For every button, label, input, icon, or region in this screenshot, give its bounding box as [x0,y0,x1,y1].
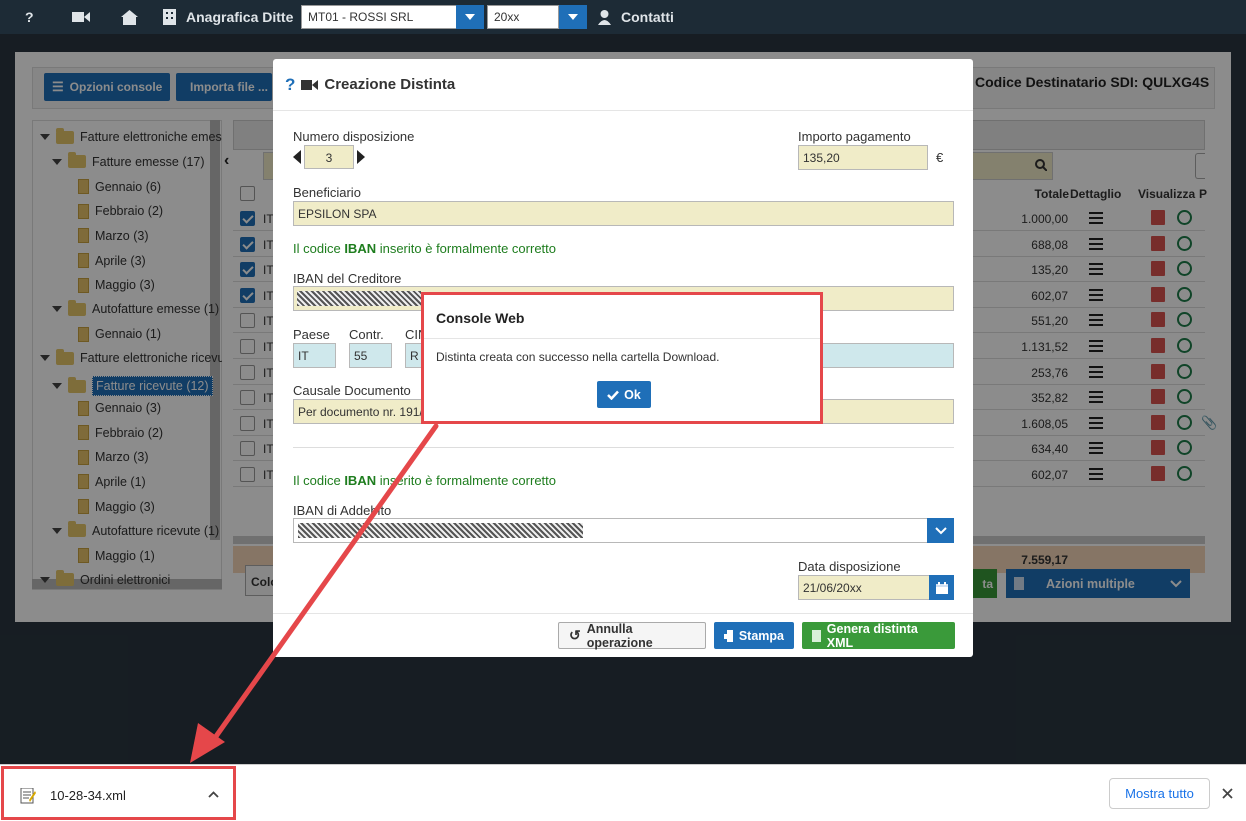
iban-addebito-valid-message: Il codice IBAN inserito è formalmente co… [293,473,556,488]
ok-label: Ok [624,387,641,402]
iban-msg-bold: IBAN [344,241,377,256]
numero-label: Numero disposizione [293,129,415,144]
decrement-arrow-icon[interactable] [293,150,301,164]
top-navbar: ? Anagrafica Ditte MT01 - ROSSI SRL 20xx… [0,0,1246,34]
iban-msg-pre: Il codice [293,241,345,256]
calendar-icon[interactable] [929,575,954,600]
iban-msg-post: inserito è formalmente corretto [376,241,556,256]
modal-header: ? Creazione Distinta [273,59,973,111]
genera-label: Genera distinta XML [826,621,918,650]
increment-arrow-icon[interactable] [357,150,365,164]
annulla-operazione-button[interactable]: ↺ Annulla operazione [558,621,706,650]
annulla-label: Annulla operazione [586,621,653,650]
divider [293,447,954,448]
nav-anagrafica-ditte[interactable]: Anagrafica Ditte [163,0,293,34]
check-icon [607,390,620,400]
dialog-title: Console Web [436,310,525,326]
company-select-chevron-icon[interactable] [456,5,484,29]
importo-label: Importo pagamento [798,129,911,144]
genera-distinta-xml-button[interactable]: Genera distinta XML [802,621,955,650]
footer-divider [273,613,973,614]
data-label: Data disposizione [798,559,901,574]
numero-input[interactable]: 3 [304,145,354,169]
help-icon[interactable]: ? [285,75,295,95]
iban-creditore-label: IBAN del Creditore [293,271,402,286]
mostra-tutto-button[interactable]: Mostra tutto [1109,778,1210,809]
file-excel-icon [812,629,821,642]
home-icon[interactable] [121,0,138,34]
contr-input[interactable]: 55 [349,343,392,368]
iban-msg-pre: Il codice [293,473,345,488]
download-filename: 10-28-34.xml [50,788,126,803]
download-item[interactable]: 10-28-34.xml [1,766,236,820]
xml-file-icon [20,788,36,804]
undo-icon: ↺ [569,627,581,643]
iban-creditore-valid-message: Il codice IBAN inserito è formalmente co… [293,241,556,256]
close-icon[interactable] [1222,788,1233,799]
user-icon [598,9,611,25]
contatti-label: Contatti [621,9,674,25]
help-icon[interactable]: ? [25,0,34,34]
iban-addebito-select[interactable] [293,518,928,543]
building-icon [163,9,176,25]
currency-label: € [936,150,944,165]
video-icon[interactable] [72,0,90,34]
video-icon[interactable] [301,79,319,91]
nav-contatti[interactable]: Contatti [598,0,674,34]
year-select-chevron-icon[interactable] [559,5,587,29]
redacted-iban [298,523,583,538]
importo-input[interactable]: 135,20 [798,145,928,170]
paese-input[interactable]: IT [293,343,336,368]
year-select[interactable]: 20xx [487,5,559,29]
beneficiario-label: Beneficiario [293,185,361,200]
company-select[interactable]: MT01 - ROSSI SRL [301,5,457,29]
iban-msg-bold: IBAN [344,473,377,488]
contr-label: Contr. [349,327,384,342]
data-input[interactable]: 21/06/20xx [798,575,930,600]
download-bar: 10-28-34.xml Mostra tutto [0,764,1246,821]
iban-addebito-chevron-icon[interactable] [927,518,954,543]
help-label: ? [25,9,34,25]
modal-title: Creazione Distinta [324,76,456,93]
iban-msg-post: inserito è formalmente corretto [376,473,556,488]
iban-addebito-label: IBAN di Addebito [293,503,392,518]
chevron-up-icon[interactable] [208,791,219,798]
console-web-dialog: Console Web Distinta creata con successo… [421,292,823,424]
redacted-iban [297,291,421,306]
print-icon [724,629,733,642]
anagrafica-label: Anagrafica Ditte [186,9,294,25]
beneficiario-input[interactable]: EPSILON SPA [293,201,954,226]
dialog-divider [424,338,820,339]
causale-label: Causale Documento [293,383,411,398]
ok-button[interactable]: Ok [597,381,651,408]
dialog-message: Distinta creata con successo nella carte… [436,350,720,364]
stampa-button[interactable]: Stampa [714,622,794,649]
stampa-label: Stampa [738,628,784,643]
paese-label: Paese [293,327,330,342]
